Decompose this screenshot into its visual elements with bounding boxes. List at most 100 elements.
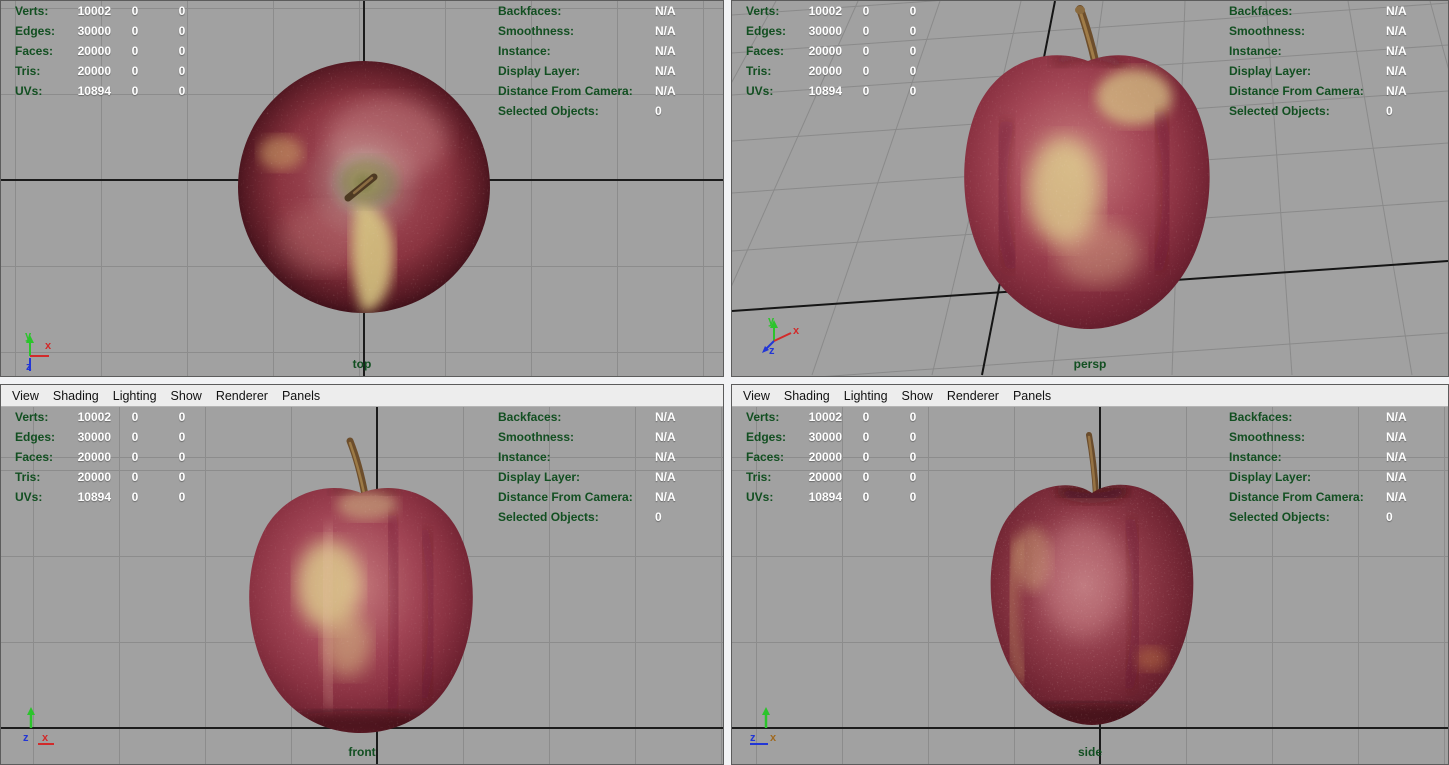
menu-item[interactable]: Renderer — [209, 387, 275, 405]
hud-value: 10894 — [77, 84, 111, 98]
hud-value: N/A — [1386, 410, 1407, 424]
hud-value: 0 — [909, 44, 917, 58]
menu-item[interactable]: Lighting — [106, 387, 164, 405]
menu-item[interactable]: Panels — [1006, 387, 1058, 405]
hud-value: 10894 — [77, 490, 111, 504]
svg-text:x: x — [770, 732, 777, 744]
hud-value: 0 — [131, 44, 139, 58]
viewport-persp[interactable]: Verts: 10002 0 0 Edges: 30000 0 0 Faces:… — [732, 1, 1448, 376]
hud-label: Selected Objects: — [1229, 510, 1330, 524]
hud-label: Edges: — [746, 430, 787, 444]
hud-poly-counts: Verts: 10002 0 0 Edges: 30000 0 0 Faces:… — [746, 3, 936, 103]
hud-label: UVs: — [746, 490, 774, 504]
hud-value: 10894 — [808, 490, 842, 504]
hud-value: 0 — [909, 4, 917, 18]
hud-row: Display Layer: N/A — [498, 469, 676, 489]
hud-value: 0 — [178, 470, 186, 484]
hud-value: 0 — [862, 24, 870, 38]
hud-value: 0 — [178, 64, 186, 78]
menu-item[interactable]: Shading — [777, 387, 837, 405]
hud-row: Instance: N/A — [1229, 449, 1407, 469]
hud-value: 30000 — [808, 430, 842, 444]
hud-value: 0 — [131, 490, 139, 504]
hud-row: Display Layer: N/A — [1229, 469, 1407, 489]
hud-value: 20000 — [808, 64, 842, 78]
menu-item[interactable]: Lighting — [837, 387, 895, 405]
hud-row: Selected Objects: 0 — [498, 509, 676, 529]
hud-value: N/A — [655, 84, 676, 98]
menu-item[interactable]: Panels — [275, 387, 327, 405]
viewport-name-label: side — [1077, 745, 1102, 759]
svg-text:z: z — [769, 345, 775, 357]
svg-text:x: x — [45, 340, 52, 352]
hud-row: Display Layer: N/A — [1229, 63, 1407, 83]
viewport-front[interactable]: Verts: 10002 0 0 Edges: 30000 0 0 Faces:… — [1, 407, 723, 764]
svg-text:z: z — [750, 732, 756, 744]
apple-model-side-view[interactable] — [961, 427, 1223, 729]
hud-value: 0 — [862, 44, 870, 58]
hud-label: Selected Objects: — [498, 104, 599, 118]
hud-row: UVs: 10894 0 0 — [746, 83, 936, 103]
hud-label: Faces: — [746, 44, 785, 58]
apple-model-front-view[interactable] — [237, 433, 485, 733]
hud-row: Instance: N/A — [1229, 43, 1407, 63]
menu-item[interactable]: Show — [895, 387, 940, 405]
hud-row: UVs: 10894 0 0 — [15, 83, 205, 103]
apple-model-persp-view[interactable] — [946, 1, 1226, 337]
hud-value: 0 — [178, 84, 186, 98]
hud-label: Verts: — [15, 410, 49, 424]
menu-item[interactable]: Shading — [46, 387, 106, 405]
hud-object-info: Backfaces: N/A Smoothness: N/A Instance:… — [1229, 409, 1407, 529]
hud-row: Distance From Camera: N/A — [498, 489, 676, 509]
viewport-panel-persp: Verts: 10002 0 0 Edges: 30000 0 0 Faces:… — [731, 0, 1449, 377]
hud-row: Backfaces: N/A — [498, 3, 676, 23]
menu-item[interactable]: View — [5, 387, 46, 405]
hud-label: Display Layer: — [498, 470, 581, 484]
hud-label: Edges: — [15, 430, 56, 444]
hud-row: Backfaces: N/A — [1229, 409, 1407, 429]
hud-label: Verts: — [746, 410, 780, 424]
panel-menubar: View Shading Lighting Show Renderer Panels — [732, 385, 1448, 407]
hud-row: Faces: 20000 0 0 — [746, 43, 936, 63]
hud-value: 0 — [862, 64, 870, 78]
hud-value: 20000 — [77, 470, 111, 484]
apple-model-top-view[interactable] — [237, 57, 491, 319]
hud-row: Instance: N/A — [498, 449, 676, 469]
hud-row: Smoothness: N/A — [1229, 23, 1407, 43]
hud-row: Smoothness: N/A — [498, 23, 676, 43]
hud-value: 10002 — [77, 410, 111, 424]
viewport-panel-front: View Shading Lighting Show Renderer Panels — [0, 384, 724, 765]
hud-row: Faces: 20000 0 0 — [746, 449, 936, 469]
hud-value: 20000 — [77, 44, 111, 58]
hud-row: Smoothness: N/A — [498, 429, 676, 449]
hud-object-info: Backfaces: N/A Smoothness: N/A Instance:… — [498, 409, 676, 529]
hud-row: Edges: 30000 0 0 — [746, 429, 936, 449]
hud-row: Tris: 20000 0 0 — [15, 469, 205, 489]
hud-value: 0 — [178, 450, 186, 464]
hud-row: UVs: 10894 0 0 — [15, 489, 205, 509]
svg-text:x: x — [793, 325, 800, 337]
hud-value: 0 — [909, 24, 917, 38]
hud-row: Verts: 10002 0 0 — [746, 3, 936, 23]
hud-object-info: Backfaces: N/A Smoothness: N/A Instance:… — [498, 3, 676, 123]
hud-value: 0 — [178, 44, 186, 58]
menu-item[interactable]: View — [736, 387, 777, 405]
menu-item[interactable]: Show — [164, 387, 209, 405]
viewport-side[interactable]: Verts: 10002 0 0 Edges: 30000 0 0 Faces:… — [732, 407, 1448, 764]
viewport-panel-side: View Shading Lighting Show Renderer Panels — [731, 384, 1449, 765]
axis-gizmo-persp-view: y x z — [762, 315, 800, 357]
hud-label: Distance From Camera: — [1229, 84, 1364, 98]
hud-value: 0 — [1386, 104, 1393, 118]
axis-gizmo-front-view: z x — [23, 707, 54, 745]
svg-text:y: y — [25, 330, 32, 342]
menu-item[interactable]: Renderer — [940, 387, 1006, 405]
hud-value: N/A — [655, 490, 676, 504]
hud-value: N/A — [655, 44, 676, 58]
hud-label: Smoothness: — [1229, 430, 1306, 444]
hud-row: Faces: 20000 0 0 — [15, 449, 205, 469]
hud-value: N/A — [655, 4, 676, 18]
hud-value: 0 — [909, 450, 917, 464]
hud-value: 10002 — [808, 4, 842, 18]
hud-value: 0 — [862, 450, 870, 464]
viewport-top[interactable]: Verts: 10002 0 0 Edges: 30000 0 0 Faces:… — [1, 1, 723, 376]
